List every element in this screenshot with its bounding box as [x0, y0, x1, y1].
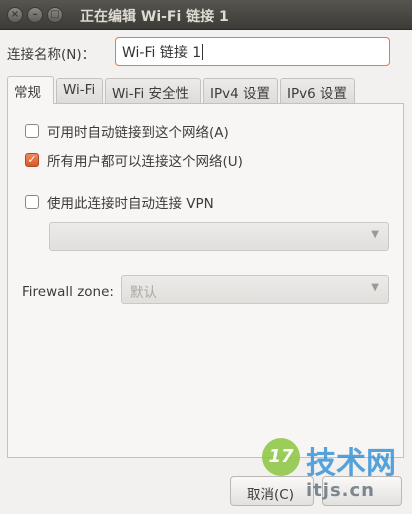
auto-connect-label[interactable]: 可用时自动链接到这个网络(A) — [47, 121, 229, 141]
watermark-brand: 技术网 — [306, 446, 396, 481]
tab-ipv4-settings[interactable]: IPv4 设置 — [203, 78, 278, 103]
close-window-icon[interactable]: × — [7, 7, 23, 23]
auto-vpn-label[interactable]: 使用此连接时自动连接 VPN — [47, 192, 214, 212]
firewall-zone-label: Firewall zone: — [22, 284, 114, 300]
tab-wifi-security[interactable]: Wi-Fi 安全性 — [105, 78, 201, 103]
window-title: 正在编辑 Wi-Fi 链接 1 — [80, 9, 229, 25]
watermark-logo: 17 技术网 itjs.cn — [262, 436, 402, 514]
connection-name-value: Wi-Fi 链接 1 — [122, 45, 202, 61]
firewall-zone-select[interactable]: 默认 ▼ — [121, 275, 389, 304]
firewall-zone-value: 默认 — [130, 285, 157, 301]
minimize-window-icon[interactable]: – — [27, 7, 43, 23]
watermark-url: itjs.cn — [306, 480, 375, 501]
all-users-checkbox[interactable]: ✓ — [25, 153, 39, 167]
chevron-down-icon: ▼ — [371, 229, 379, 240]
vpn-select[interactable]: ▼ — [49, 222, 389, 251]
tab-wifi[interactable]: Wi-Fi — [56, 78, 103, 103]
auto-connect-checkbox[interactable] — [25, 124, 39, 138]
connection-name-input[interactable]: Wi-Fi 链接 1 — [115, 37, 390, 66]
tab-general[interactable]: 常规 — [7, 76, 54, 104]
tab-ipv6-settings[interactable]: IPv6 设置 — [280, 78, 355, 103]
watermark-badge-icon: 17 — [262, 438, 300, 476]
connection-name-label: 连接名称(N)： — [7, 47, 96, 63]
general-tab-panel: 可用时自动链接到这个网络(A) ✓ 所有用户都可以连接这个网络(U) 使用此连接… — [7, 103, 404, 458]
auto-vpn-checkbox[interactable] — [25, 195, 39, 209]
maximize-window-icon[interactable]: □ — [47, 7, 63, 23]
all-users-label[interactable]: 所有用户都可以连接这个网络(U) — [47, 150, 243, 170]
title-bar: × – □ 正在编辑 Wi-Fi 链接 1 — [0, 0, 412, 30]
text-caret — [202, 44, 204, 60]
chevron-down-icon: ▼ — [371, 282, 379, 293]
